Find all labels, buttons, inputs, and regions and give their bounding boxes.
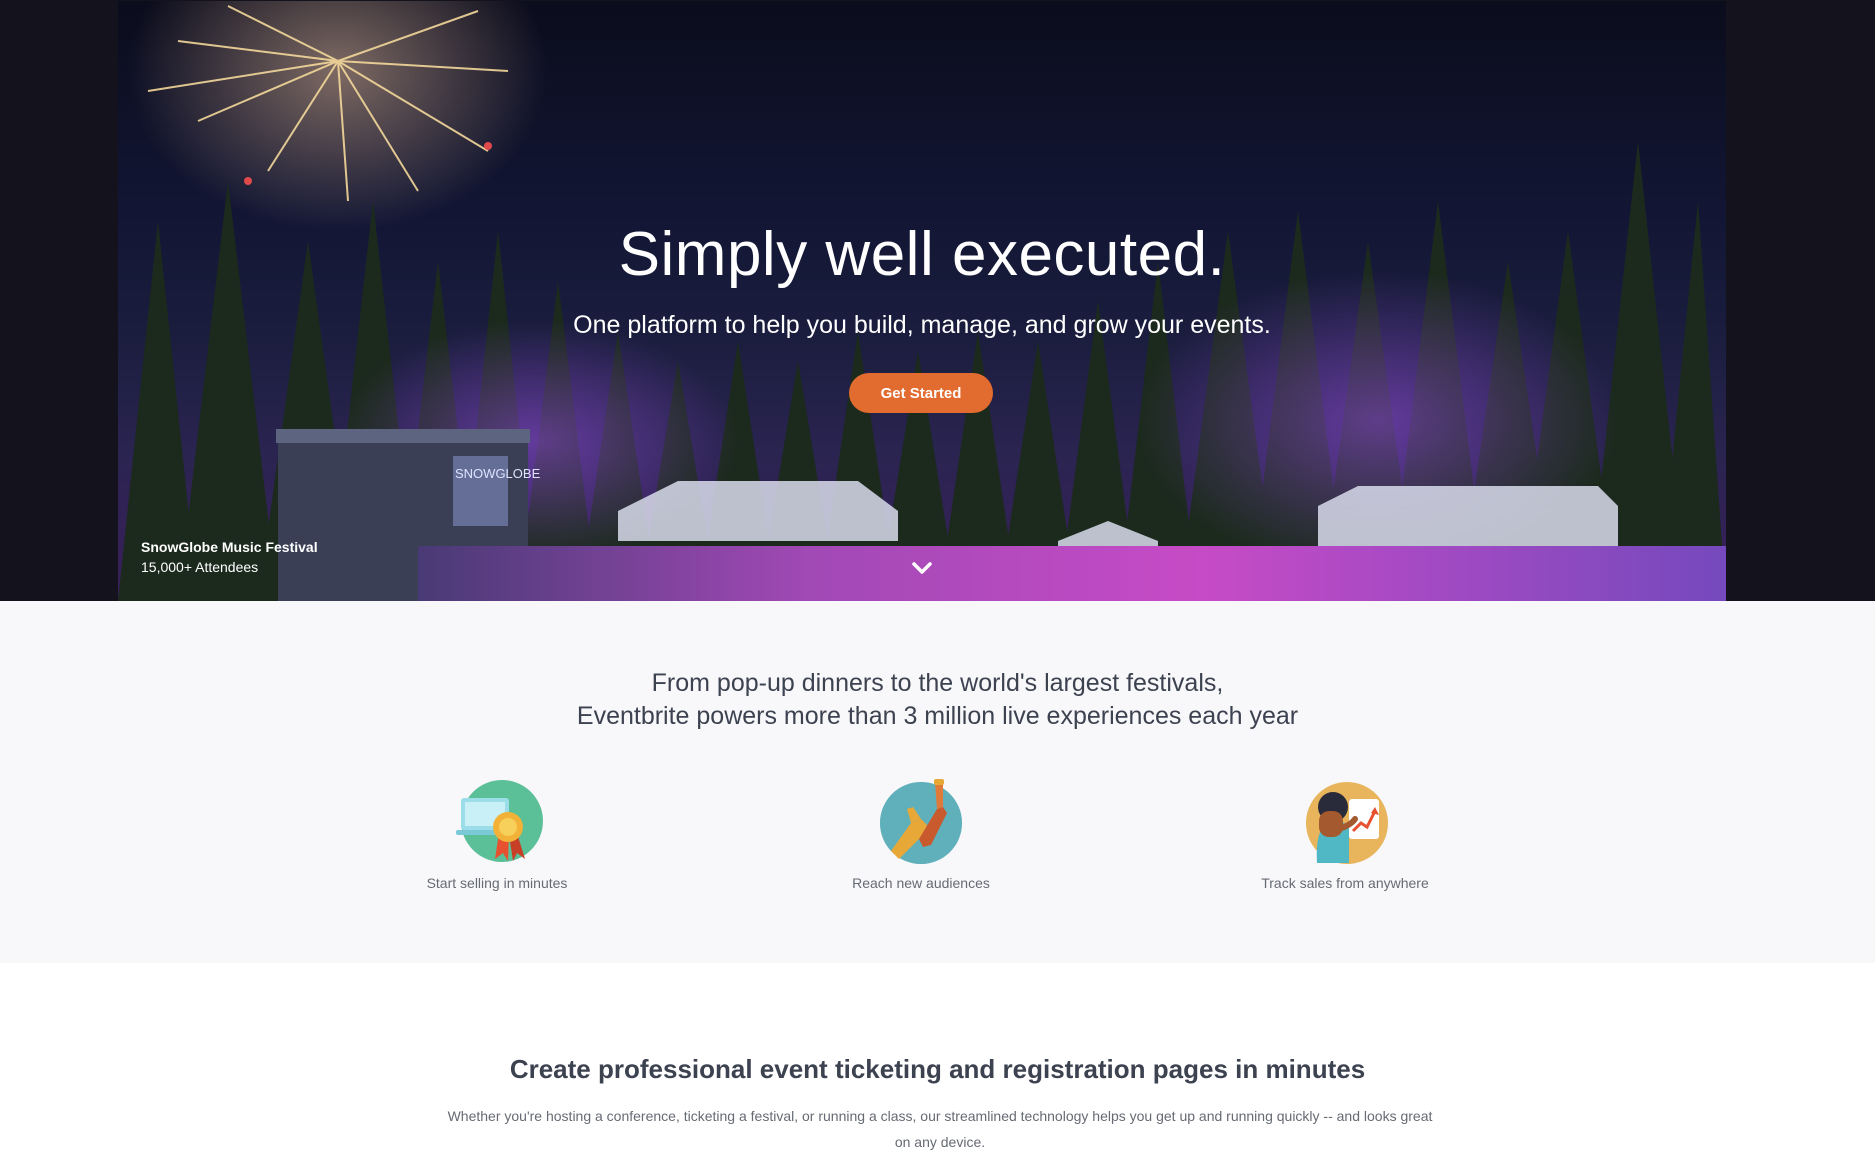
- features-section: From pop-up dinners to the world's large…: [0, 601, 1875, 963]
- hero-section: SNOWGLOBE Simply well executed. One plat…: [0, 0, 1875, 601]
- feature-label: Reach new audiences: [852, 875, 990, 891]
- festival-photo: SNOWGLOBE: [118, 1, 1726, 601]
- caption-event-name: SnowGlobe Music Festival: [141, 539, 318, 555]
- feature-label: Track sales from anywhere: [1261, 875, 1429, 891]
- ticketing-heading: Create professional event ticketing and …: [509, 1054, 1366, 1084]
- feature-start-selling: Start selling in minutes: [347, 771, 647, 891]
- hero-banner: SNOWGLOBE Simply well executed. One plat…: [118, 1, 1726, 601]
- caption-attendees: 15,000+ Attendees: [141, 559, 259, 575]
- feature-label: Start selling in minutes: [426, 875, 568, 891]
- svg-text:SNOWGLOBE: SNOWGLOBE: [455, 466, 541, 481]
- feature-track-sales: Track sales from anywhere: [1195, 771, 1495, 891]
- feature-list: Start selling in minutes Reach new audie…: [0, 601, 1875, 963]
- get-started-button[interactable]: Get Started: [849, 373, 993, 413]
- hero-title: Simply well executed.: [618, 220, 1226, 289]
- chevron-down-icon[interactable]: [910, 559, 934, 577]
- feature-reach-audiences: Reach new audiences: [771, 771, 1071, 891]
- ticketing-section: Create professional event ticketing and …: [0, 963, 1875, 1172]
- hero-subtitle: One platform to help you build, manage, …: [573, 311, 1271, 339]
- bottles-cheers-icon: [880, 779, 962, 864]
- photo-caption: SnowGlobe Music Festival 15,000+ Attende…: [141, 539, 318, 575]
- person-chart-icon: [1306, 782, 1388, 864]
- laptop-award-icon: [456, 780, 543, 862]
- ticketing-description: Whether you're hosting a conference, tic…: [447, 1108, 1433, 1150]
